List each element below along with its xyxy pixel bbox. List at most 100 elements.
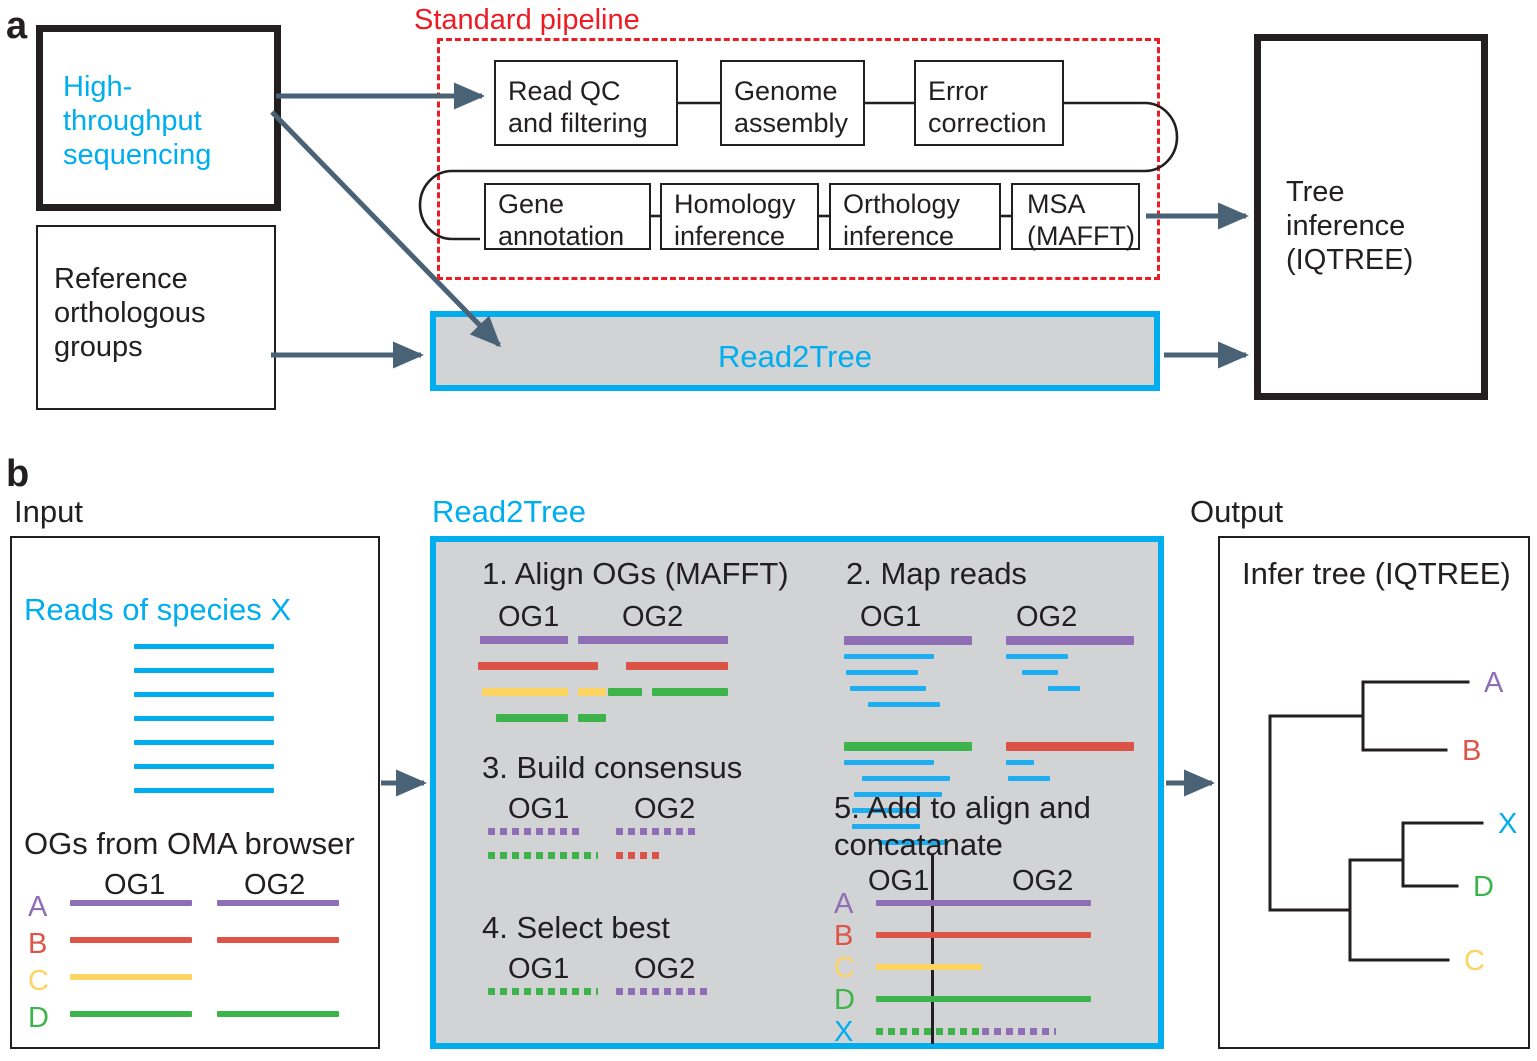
ogs-title: OGs from OMA browser (24, 826, 355, 861)
align-segment (578, 714, 606, 722)
reads-title: Reads of species X (24, 592, 292, 627)
reference-bar (1006, 636, 1134, 645)
align-segment (578, 688, 606, 696)
step3-og2-header: OG2 (634, 793, 696, 825)
input-box: Reads of species X OGs from OMA browser … (10, 536, 380, 1049)
standard-pipeline-title: Standard pipeline (414, 4, 640, 36)
read-line (134, 692, 274, 697)
step5-og1-header: OG1 (868, 865, 930, 897)
step3-og1-header: OG1 (508, 793, 570, 825)
mapped-read (1048, 686, 1080, 691)
input-og1-bar (70, 1011, 192, 1017)
mapped-read (844, 760, 934, 765)
step-4-title: 4. Select best (482, 910, 670, 945)
output-heading: Output (1190, 494, 1284, 529)
consensus-dotted-bar (488, 852, 598, 859)
input-heading: Input (14, 494, 83, 529)
box-high-throughput-sequencing: High- throughput sequencing (36, 25, 281, 211)
tree-tip-a: A (1484, 667, 1504, 699)
best-dotted-bar (488, 988, 598, 995)
output-box: Infer tree (IQTREE) A B X D C (1218, 536, 1530, 1049)
concat-bar (876, 964, 982, 970)
input-species-label-c: C (28, 965, 49, 997)
concat-species-label-b: B (834, 920, 854, 952)
input-og2-bar (217, 1011, 339, 1017)
concat-species-label-d: D (834, 984, 855, 1016)
input-og2-header: OG2 (244, 869, 306, 901)
align-segment (482, 688, 568, 696)
mapped-read (862, 776, 950, 781)
step-1-title: 1. Align OGs (MAFFT) (482, 556, 789, 591)
input-og1-bar (70, 900, 192, 906)
step1-og1-header: OG1 (498, 601, 560, 633)
reference-bar (844, 636, 972, 645)
concat-bar (876, 900, 1091, 906)
concat-dotted-bar-right (982, 1028, 1056, 1035)
read2tree-box-panel-a: Read2Tree (430, 311, 1160, 391)
step4-og1-header: OG1 (508, 953, 570, 985)
reference-bar (844, 742, 972, 751)
step-box-homology-inference: Homology inference (660, 183, 819, 251)
mapped-read (1022, 670, 1058, 675)
concat-divider-line (931, 854, 934, 1044)
box-tree-inference-label: Tree inference (IQTREE) (1286, 176, 1414, 277)
read-line (134, 644, 274, 649)
step-box-error-correction: Error correction (914, 60, 1064, 146)
box-reference-orthologous-groups: Reference orthologous groups (36, 225, 276, 410)
input-og2-bar (217, 900, 339, 906)
input-species-label-d: D (28, 1002, 49, 1034)
box-high-throughput-sequencing-label: High- throughput sequencing (63, 71, 212, 172)
read2tree-box-panel-a-label: Read2Tree (718, 339, 872, 374)
align-segment (608, 636, 728, 644)
step-box-genome-assembly-label: Genome assembly (734, 76, 849, 138)
step-box-gene-annotation-label: Gene annotation (498, 189, 625, 251)
mapped-read (844, 654, 934, 659)
step-box-gene-annotation: Gene annotation (484, 183, 651, 251)
read-line (134, 740, 274, 745)
tree-tip-b: B (1462, 735, 1482, 767)
consensus-dotted-bar (488, 828, 584, 835)
align-segment (652, 688, 728, 696)
read-line (134, 668, 274, 673)
align-segment (478, 662, 598, 670)
step-box-msa-mafft: MSA (MAFFT) (1011, 183, 1140, 251)
align-segment (626, 662, 728, 670)
step2-og1-header: OG1 (860, 601, 922, 633)
concat-bar (876, 932, 1091, 938)
mapped-read (1006, 654, 1068, 659)
step-box-orthology-inference: Orthology inference (829, 183, 1001, 251)
input-species-label-a: A (28, 891, 48, 923)
mapped-read (850, 686, 926, 691)
input-og1-bar (70, 974, 192, 980)
step-box-homology-inference-label: Homology inference (674, 189, 796, 251)
panel-a-letter: a (6, 5, 28, 47)
step-5-title: 5. Add to align and concatanate (834, 790, 1091, 862)
mapped-read (1006, 760, 1034, 765)
step-box-orthology-inference-label: Orthology inference (843, 189, 961, 251)
concat-dotted-bar-left (876, 1028, 982, 1035)
box-tree-inference: Tree inference (IQTREE) (1254, 34, 1488, 400)
consensus-dotted-bar (616, 828, 698, 835)
phylogenetic-tree (1268, 680, 1484, 962)
box-reference-orthologous-groups-label: Reference orthologous groups (54, 263, 206, 364)
read-line (134, 764, 274, 769)
read-line (134, 716, 274, 721)
step2-og2-header: OG2 (1016, 601, 1078, 633)
input-og1-header: OG1 (104, 869, 166, 901)
tree-tip-x: X (1498, 808, 1518, 840)
read2tree-heading: Read2Tree (432, 494, 586, 529)
consensus-dotted-bar (616, 852, 662, 859)
input-species-label-b: B (28, 928, 48, 960)
concat-species-label-c: C (834, 952, 855, 984)
step-box-read-qc-label: Read QC and filtering (508, 76, 648, 138)
mapped-read (846, 670, 918, 675)
mapped-read (868, 702, 940, 707)
concat-bar (876, 996, 1091, 1002)
step-box-genome-assembly: Genome assembly (720, 60, 865, 146)
tree-tip-c: C (1464, 945, 1485, 977)
read2tree-box-panel-b: 1. Align OGs (MAFFT) OG1 OG2 2. Map read… (430, 536, 1164, 1049)
mapped-read (1008, 776, 1050, 781)
step-box-read-qc: Read QC and filtering (494, 60, 678, 146)
align-segment (578, 636, 610, 644)
align-segment (496, 714, 568, 722)
